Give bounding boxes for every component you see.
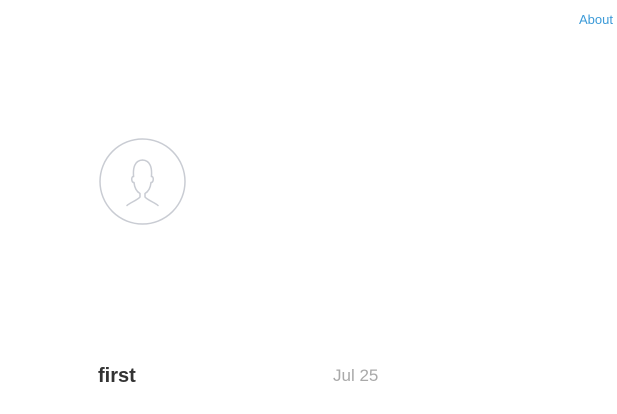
post-list-item: first Jul 25	[98, 364, 398, 388]
user-silhouette-icon	[99, 138, 186, 225]
avatar	[99, 138, 186, 225]
post-title[interactable]: first	[98, 364, 136, 388]
about-link[interactable]: About	[579, 12, 613, 28]
post-date: Jul 25	[333, 366, 379, 385]
